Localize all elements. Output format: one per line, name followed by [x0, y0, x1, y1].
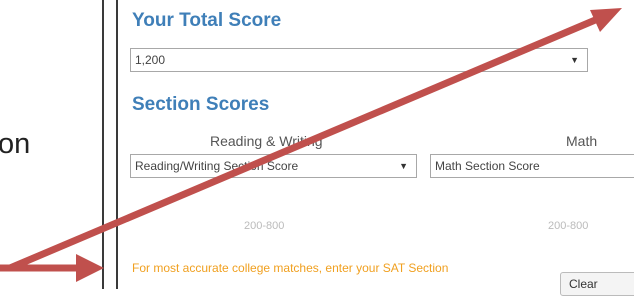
annotation-arrows	[0, 8, 622, 282]
diagonal-arrow-shaft	[8, 14, 602, 272]
arrow-head-upper-right	[590, 8, 622, 32]
red-arrow-annotation	[0, 8, 622, 282]
arrow-head-right	[76, 254, 104, 282]
